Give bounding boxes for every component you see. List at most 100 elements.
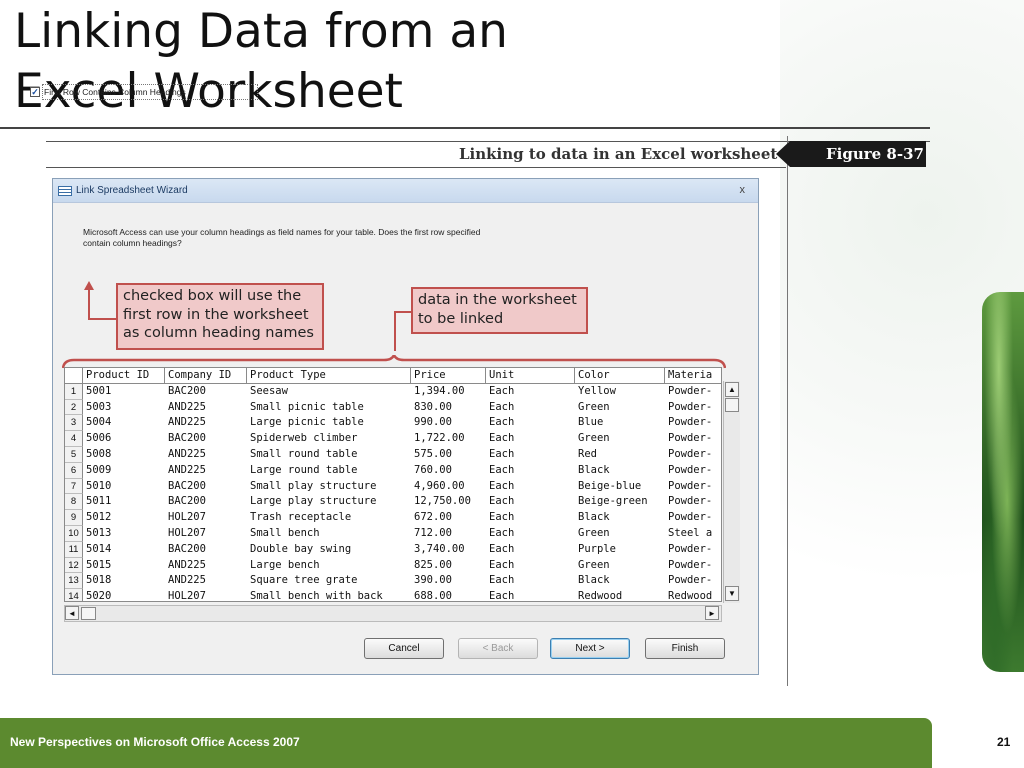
table-cell: Yellow: [578, 384, 616, 397]
table-row[interactable]: 10 5013 HOL207 Small bench 712.00 Each Green St…: [65, 526, 721, 542]
table-row[interactable]: 4 5006 BAC200 Spiderweb climber 1,722.00 Each…: [65, 431, 721, 447]
table-row[interactable]: 1 5001 BAC200 Seesaw 1,394.00 Each Yellow Powde…: [65, 383, 721, 400]
table-cell: 4,960.00: [414, 479, 465, 492]
table-row[interactable]: 8 5011 BAC200 Large play structure 12,750.00…: [65, 494, 721, 511]
table-cell: Beige-green: [578, 495, 648, 508]
next-button[interactable]: Next >: [550, 638, 630, 659]
row-number: 4: [65, 431, 83, 447]
row-number: 14: [65, 589, 83, 601]
table-cell: Black: [578, 574, 610, 587]
data-callout: data in the worksheet to be linked: [411, 287, 588, 334]
title-divider: [0, 127, 930, 129]
table-cell: 5011: [86, 495, 112, 508]
table-cell: 3,740.00: [414, 542, 465, 555]
table-cell: BAC200: [168, 432, 206, 445]
vertical-scrollbar[interactable]: ▲ ▼: [723, 381, 740, 603]
row-number: 6: [65, 462, 83, 479]
table-cell: Each: [489, 495, 515, 508]
scroll-down-arrow-icon[interactable]: ▼: [725, 586, 739, 601]
table-cell: 5020: [86, 590, 112, 602]
table-cell: Large round table: [250, 463, 358, 476]
table-cell: Steel a: [668, 527, 713, 539]
table-cell: Each: [489, 463, 515, 476]
scroll-up-arrow-icon[interactable]: ▲: [725, 382, 739, 397]
table-row[interactable]: 6 5009 AND225 Large round table 760.00 Each Bl…: [65, 462, 721, 479]
row-number: 7: [65, 478, 83, 495]
table-cell: 5012: [86, 511, 112, 524]
table-row[interactable]: 3 5004 AND225 Large picnic table 990.00 Each B…: [65, 415, 721, 432]
table-row[interactable]: 5 5008 AND225 Small round table 575.00 Each Re…: [65, 447, 721, 463]
table-cell: Each: [489, 384, 515, 397]
column-header[interactable]: Company ID: [165, 368, 247, 384]
table-cell: 5008: [86, 448, 112, 460]
table-row[interactable]: 13 5018 AND225 Square tree grate 390.00 Each B…: [65, 573, 721, 590]
table-row[interactable]: 7 5010 BAC200 Small play structure 4,960.00 E…: [65, 478, 721, 495]
table-cell: Powder-: [668, 432, 713, 445]
scroll-left-arrow-icon[interactable]: ◄: [65, 606, 79, 620]
wizard-titlebar: Link Spreadsheet Wizard x: [53, 179, 758, 203]
column-header[interactable]: Unit: [486, 368, 575, 384]
table-cell: 5003: [86, 400, 112, 413]
table-cell: AND225: [168, 463, 206, 476]
table-cell: BAC200: [168, 384, 206, 397]
table-cell: Blue: [578, 416, 604, 429]
page-number: 21: [997, 735, 1011, 749]
table-cell: 5015: [86, 558, 112, 571]
table-cell: 575.00: [414, 448, 452, 460]
table-cell: Small round table: [250, 448, 358, 460]
back-button[interactable]: < Back: [458, 638, 538, 659]
figure-label: Figure 8-37: [826, 145, 924, 163]
first-row-headings-checkbox[interactable]: ✓: [30, 87, 40, 97]
table-cell: Spiderweb climber: [250, 432, 358, 445]
table-cell: 5001: [86, 384, 112, 397]
slide-title: Linking Data from an Excel Worksheet: [14, 2, 508, 122]
table-cell: Powder-: [668, 542, 713, 555]
column-header[interactable]: Product ID: [83, 368, 165, 384]
table-cell: Powder-: [668, 463, 713, 476]
table-row[interactable]: 2 5003 AND225 Small picnic table 830.00 Each G…: [65, 399, 721, 416]
horizontal-scrollbar[interactable]: ◄ ►: [64, 605, 722, 622]
table-cell: Large play structure: [250, 495, 377, 508]
table-cell: Trash receptacle: [250, 511, 352, 524]
first-row-headings-label[interactable]: First Row Contains Column Headings: [42, 84, 258, 100]
table-cell: Each: [489, 432, 515, 445]
finish-button[interactable]: Finish: [645, 638, 725, 659]
table-cell: HOL207: [168, 590, 206, 602]
table-cell: Square tree grate: [250, 574, 358, 587]
column-header[interactable]: Product Type: [247, 368, 411, 384]
hscroll-thumb[interactable]: [81, 607, 96, 620]
row-number: 11: [65, 541, 83, 558]
column-header[interactable]: Price: [411, 368, 486, 384]
figure-right-rule: [787, 136, 788, 686]
close-icon[interactable]: x: [740, 184, 746, 196]
cancel-button[interactable]: Cancel: [364, 638, 444, 659]
table-cell: AND225: [168, 558, 206, 571]
row-number: 8: [65, 494, 83, 511]
table-cell: Small picnic table: [250, 400, 364, 413]
scroll-right-arrow-icon[interactable]: ►: [705, 606, 719, 620]
table-cell: Green: [578, 527, 610, 539]
callout-line: [88, 289, 90, 320]
table-row[interactable]: 14 5020 HOL207 Small bench with back 688.00 E…: [65, 589, 721, 602]
callout-line: [394, 311, 412, 313]
table-row[interactable]: 11 5014 BAC200 Double bay swing 3,740.00 Each…: [65, 541, 721, 558]
table-cell: 12,750.00: [414, 495, 471, 508]
table-row[interactable]: 9 5012 HOL207 Trash receptacle 672.00 Each Bla…: [65, 510, 721, 526]
table-cell: 825.00: [414, 558, 452, 571]
worksheet-data-grid[interactable]: Product ID Company ID Product Type Price Uni…: [64, 367, 722, 602]
table-cell: 830.00: [414, 400, 452, 413]
table-cell: Red: [578, 448, 597, 460]
checkbox-callout: checked box will use the first row in th…: [116, 283, 324, 350]
table-row[interactable]: 12 5015 AND225 Large bench 825.00 Each Green Po…: [65, 557, 721, 574]
table-cell: BAC200: [168, 542, 206, 555]
table-cell: 5018: [86, 574, 112, 587]
table-cell: 712.00: [414, 527, 452, 539]
table-cell: Powder-: [668, 495, 713, 508]
column-header[interactable]: Materia: [665, 368, 721, 384]
table-cell: 760.00: [414, 463, 452, 476]
scroll-thumb[interactable]: [725, 398, 739, 412]
table-cell: 5004: [86, 416, 112, 429]
callout-line: [88, 318, 117, 320]
table-cell: 5010: [86, 479, 112, 492]
column-header[interactable]: Color: [575, 368, 665, 384]
